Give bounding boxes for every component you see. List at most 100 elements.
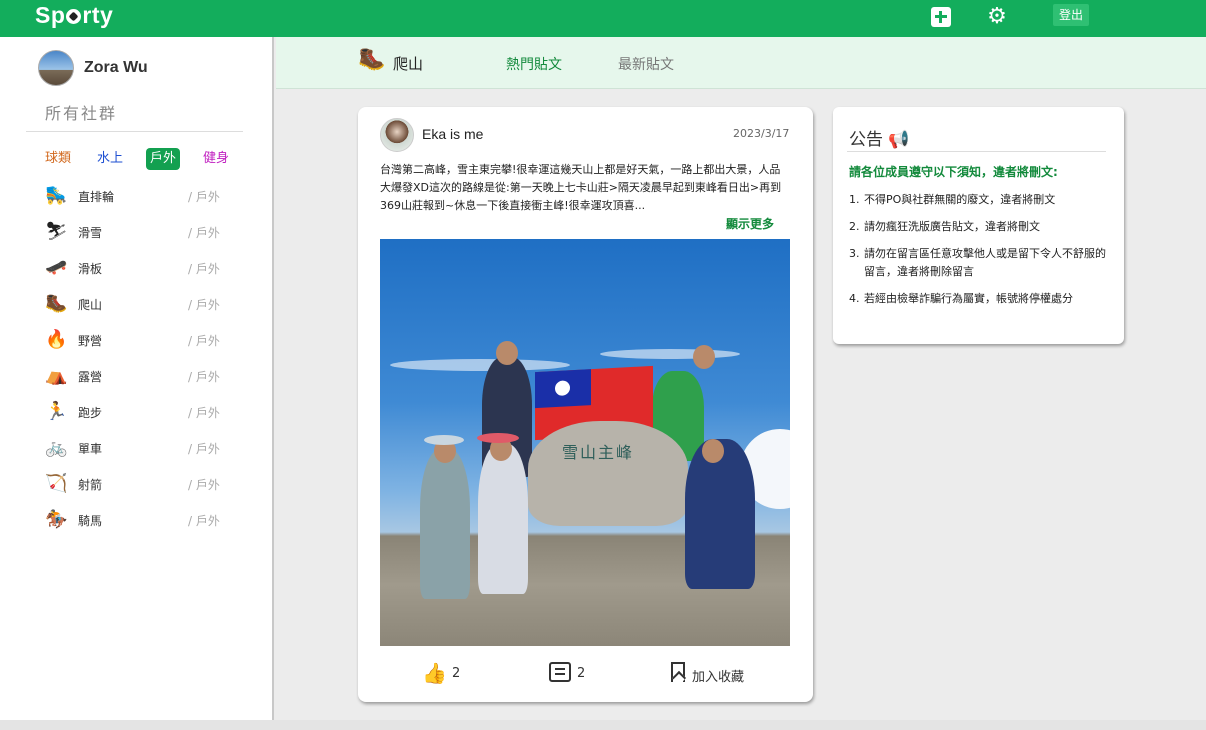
- sidebar-item-category: / 戶外: [188, 406, 220, 420]
- sidebar-item-label: 單車: [78, 442, 103, 456]
- sidebar-item-label: 露營: [78, 370, 103, 384]
- sidebar-item-category: / 戶外: [188, 442, 220, 456]
- avatar[interactable]: [38, 50, 74, 86]
- hiker-hat: [424, 435, 464, 445]
- post-photo[interactable]: 雪山主峰: [380, 239, 790, 646]
- hiker-icon: 🥾: [358, 47, 386, 72]
- like-count: 2: [452, 666, 461, 681]
- add-post-button[interactable]: [931, 7, 951, 27]
- all-groups-heading[interactable]: 所有社群: [45, 100, 117, 124]
- announcement-title-text: 公告: [849, 130, 883, 150]
- announcement-card: 公告 📢 請各位成員遵守以下須知，違者將刪文: 1. 不得PO與社群無關的廢文，違…: [833, 107, 1124, 344]
- sporty-logo[interactable]: Sp rty: [35, 2, 113, 29]
- sidebar-item-hiker[interactable]: 🥾 爬山 / 戶外: [45, 293, 245, 329]
- sidebar-item-label: 騎馬: [78, 514, 103, 528]
- bow-arrow-icon: 🏹: [45, 473, 68, 494]
- tab-latest-posts[interactable]: 最新貼文: [618, 54, 674, 74]
- sidebar-item-skier[interactable]: ⛷ 滑雪 / 戶外: [45, 221, 245, 257]
- sidebar-item-inline-skate[interactable]: 🛼 直排輪 / 戶外: [45, 185, 245, 221]
- sidebar-item-category: / 戶外: [188, 514, 220, 528]
- bottom-strip: [0, 720, 1206, 730]
- bicycle-icon: 🚲: [45, 437, 68, 458]
- skier-icon: ⛷: [45, 221, 68, 242]
- rule-number: 2.: [849, 220, 860, 233]
- hiker-head: [693, 345, 715, 369]
- hiker-figure: [478, 444, 528, 594]
- rule-number: 4.: [849, 292, 860, 305]
- sidebar-item-label: 射箭: [78, 478, 103, 492]
- comment-count: 2: [577, 666, 586, 681]
- sidebar-item-category: / 戶外: [188, 190, 220, 204]
- sidebar-item-runner[interactable]: 🏃 跑步 / 戶外: [45, 401, 245, 437]
- summit-rock: [528, 421, 688, 526]
- runner-icon: 🏃: [45, 401, 68, 422]
- horse-riding-icon: 🏇: [45, 509, 68, 530]
- profile-name[interactable]: Zora Wu: [84, 59, 148, 77]
- cloud: [390, 359, 570, 371]
- sidebar-item-skateboard[interactable]: 🛹 滑板 / 戶外: [45, 257, 245, 293]
- rule-text: 請勿在留言區任意攻擊他人或是留下令人不舒服的留言，違者將刪除留言: [864, 247, 1106, 278]
- post-card: Eka is me 2023/3/17 台灣第二高峰，雪主東完攀!很幸運這幾天山…: [358, 107, 813, 702]
- tab-water-sports[interactable]: 水上: [97, 148, 123, 170]
- sidebar-item-bicycle[interactable]: 🚲 單車 / 戶外: [45, 437, 245, 473]
- tab-ball-sports[interactable]: 球類: [45, 148, 71, 170]
- category-tabs: 球類 水上 戶外 健身: [45, 148, 245, 170]
- gear-icon[interactable]: ⚙: [987, 6, 1007, 28]
- rule-item: 3. 請勿在留言區任意攻擊他人或是留下令人不舒服的留言，違者將刪除留言: [849, 245, 1107, 281]
- tent-icon: ⛺: [45, 365, 68, 386]
- rule-item: 1. 不得PO與社群無關的廢文，違者將刪文: [849, 191, 1107, 209]
- sidebar-item-category: / 戶外: [188, 334, 220, 348]
- group-title: 爬山: [393, 55, 424, 73]
- avatar[interactable]: [380, 118, 414, 152]
- bookmark-icon[interactable]: [671, 662, 685, 682]
- post-actions: 👍 2 2 加入收藏: [380, 659, 790, 689]
- sidebar-item-label: 滑板: [78, 262, 103, 276]
- sidebar-item-category: / 戶外: [188, 370, 220, 384]
- rules-list: 1. 不得PO與社群無關的廢文，違者將刪文 2. 請勿瘋狂洗版廣告貼文，違者將刪文 3.…: [849, 191, 1107, 317]
- bookmark-button[interactable]: 加入收藏: [692, 666, 744, 685]
- hiker-figure: [685, 439, 755, 589]
- sidebar-item-label: 野營: [78, 334, 103, 348]
- show-more-link[interactable]: 顯示更多: [726, 215, 774, 232]
- rule-number: 3.: [849, 247, 860, 260]
- tab-outdoor[interactable]: 戶外: [146, 148, 181, 170]
- tab-fitness[interactable]: 健身: [203, 148, 229, 170]
- announcement-title: 公告 📢: [849, 125, 910, 150]
- hiker-head: [496, 341, 518, 365]
- sidebar-item-category: / 戶外: [188, 226, 220, 240]
- campfire-icon: 🔥: [45, 329, 68, 350]
- sidebar: Zora Wu 所有社群 球類 水上 戶外 健身 🛼 直排輪 / 戶外 ⛷ 滑雪 / 戶外…: [0, 37, 274, 720]
- sidebar-item-tent[interactable]: ⛺ 露營 / 戶外: [45, 365, 245, 401]
- thumbs-up-icon[interactable]: 👍: [422, 661, 447, 685]
- cloud: [600, 349, 740, 359]
- post-date: 2023/3/17: [733, 127, 790, 140]
- top-navbar: Sp rty ⚙ 登出: [0, 0, 1206, 37]
- group-header: 🥾 爬山 熱門貼文 最新貼文: [276, 37, 1206, 89]
- sidebar-item-category: / 戶外: [188, 478, 220, 492]
- rule-text: 若經由檢舉詐騙行為屬實，帳號將停權處分: [864, 292, 1073, 305]
- rule-number: 1.: [849, 193, 860, 206]
- sidebar-item-label: 爬山: [78, 298, 103, 312]
- soccer-ball-icon: [66, 9, 82, 24]
- sidebar-item-label: 滑雪: [78, 226, 103, 240]
- hiker-figure: [420, 449, 470, 599]
- divider: [26, 131, 243, 132]
- rule-text: 請勿瘋狂洗版廣告貼文，違者將刪文: [864, 220, 1040, 233]
- inline-skate-icon: 🛼: [45, 185, 68, 206]
- tab-popular-posts[interactable]: 熱門貼文: [506, 54, 562, 74]
- sidebar-item-campfire[interactable]: 🔥 野營 / 戶外: [45, 329, 245, 365]
- comment-icon[interactable]: [549, 662, 571, 682]
- skateboard-icon: 🛹: [45, 257, 68, 278]
- sidebar-item-category: / 戶外: [188, 298, 220, 312]
- hiker-head: [702, 439, 724, 463]
- sidebar-item-label: 直排輪: [78, 190, 115, 204]
- sidebar-item-bow-arrow[interactable]: 🏹 射箭 / 戶外: [45, 473, 245, 509]
- divider: [847, 151, 1106, 152]
- logout-button[interactable]: 登出: [1053, 4, 1089, 26]
- summit-sign-text: 雪山主峰: [562, 443, 635, 462]
- sport-list: 🛼 直排輪 / 戶外 ⛷ 滑雪 / 戶外 🛹 滑板 / 戶外 🥾 爬山 / 戶外 🔥 野營 / 戶外 ⛺ 露營 /…: [45, 185, 245, 545]
- post-author[interactable]: Eka is me: [422, 126, 483, 142]
- rule-item: 2. 請勿瘋狂洗版廣告貼文，違者將刪文: [849, 218, 1107, 236]
- sidebar-item-horse-riding[interactable]: 🏇 騎馬 / 戶外: [45, 509, 245, 545]
- post-text: 台灣第二高峰，雪主東完攀!很幸運這幾天山上都是好天氣，一路上都出大景，人品大爆發…: [380, 163, 782, 212]
